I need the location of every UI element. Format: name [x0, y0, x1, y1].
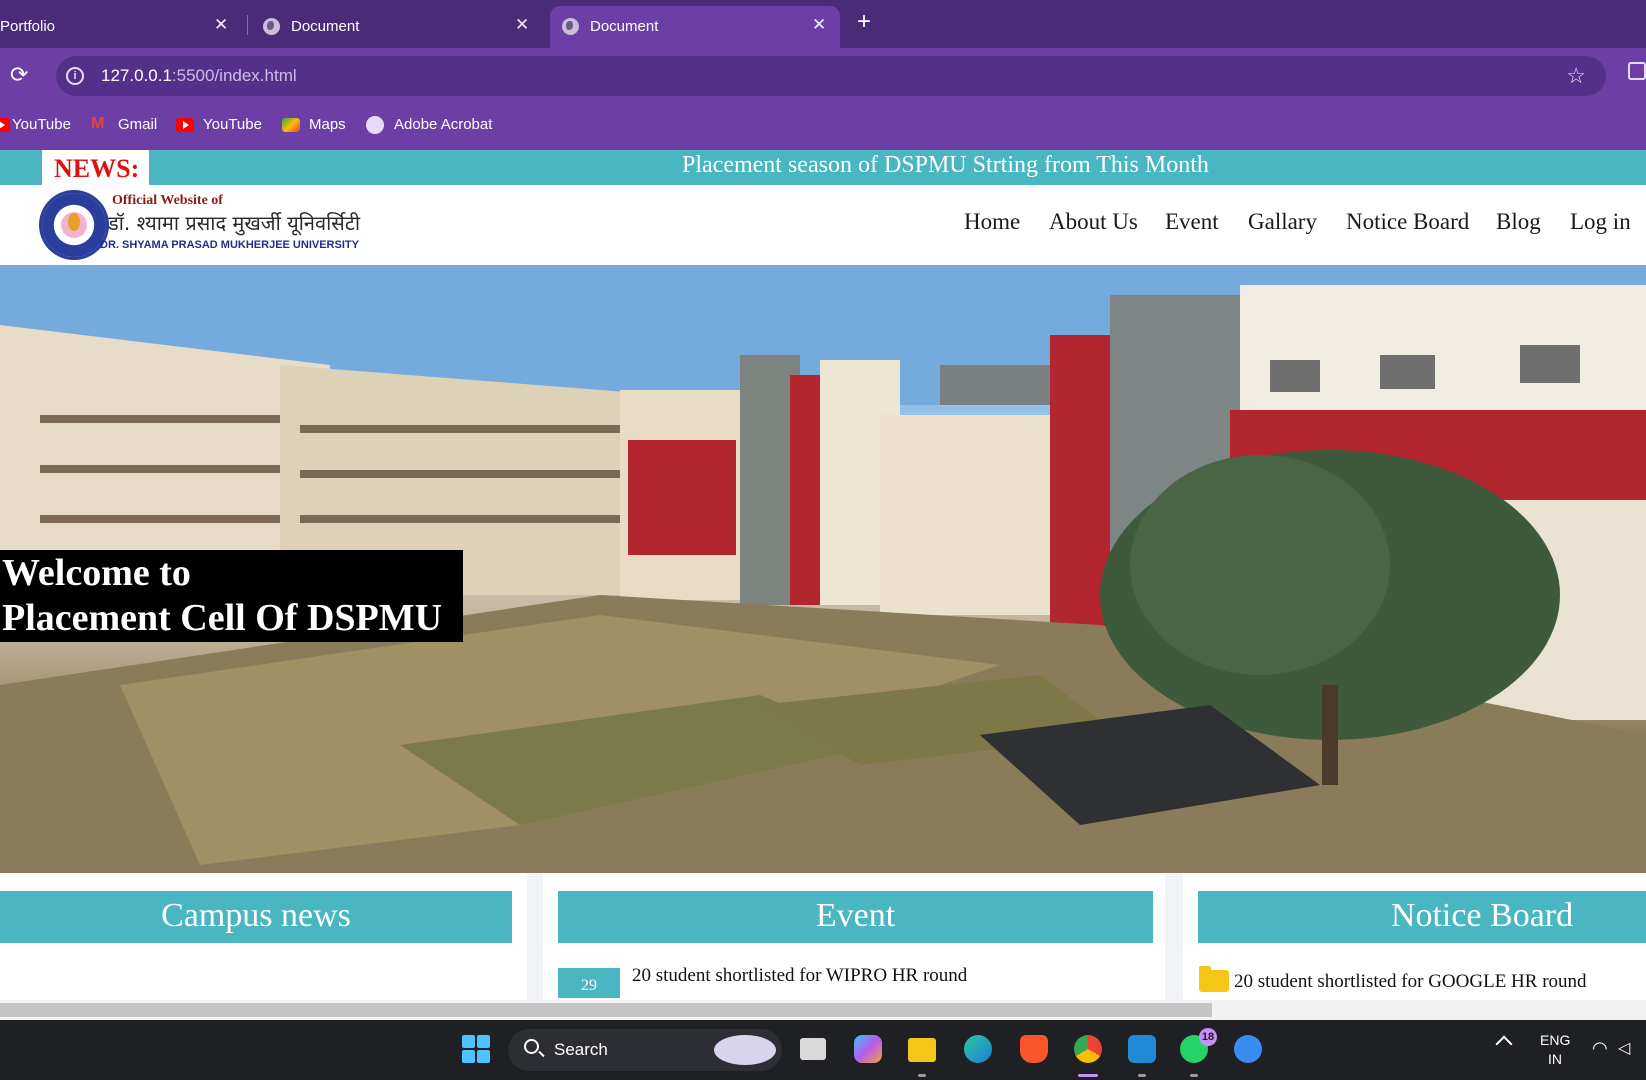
tab-document-active[interactable]: Document ✕ [550, 6, 840, 48]
folder-icon [1199, 966, 1229, 992]
logo-english-name: DR. SHYAMA PRASAD MUKHERJEE UNIVERSITY [100, 239, 359, 251]
bookmark-adobe-acrobat[interactable]: Adobe Acrobat [394, 116, 492, 133]
region-indicator[interactable]: IN [1548, 1051, 1562, 1067]
youtube-icon [176, 118, 194, 132]
url-text: 127.0.0.1:5500/index.html [101, 66, 297, 86]
volume-icon[interactable]: ◁ [1618, 1038, 1630, 1058]
news-ticker: NEWS: Placement season of DSPMU Strting … [0, 150, 1646, 190]
app-running-indicator [1190, 1074, 1198, 1077]
nav-home[interactable]: Home [964, 209, 1020, 235]
windows-start-icon[interactable] [462, 1035, 490, 1063]
url-path: :5500/index.html [171, 66, 297, 85]
scrollbar-thumb[interactable] [0, 1003, 1212, 1017]
app-active-indicator [1078, 1074, 1098, 1077]
tab-separator [247, 15, 248, 35]
edge-icon[interactable] [964, 1035, 992, 1063]
globe-icon [263, 18, 280, 35]
hero-banner: Welcome to Placement Cell Of DSPMU [0, 265, 1646, 873]
event-date-badge: 29 [558, 968, 620, 998]
search-label: Search [554, 1040, 608, 1059]
nav-blog[interactable]: Blog [1496, 209, 1541, 235]
bookmark-youtube[interactable]: YouTube [12, 116, 71, 133]
bookmarks-bar: YouTube Gmail YouTube Maps Adobe Acrobat [0, 102, 1646, 150]
globe-icon [562, 18, 579, 35]
close-tab-icon[interactable]: ✕ [515, 15, 529, 35]
card-campus-news: Campus news [0, 873, 527, 1020]
copilot-icon[interactable] [854, 1035, 882, 1063]
notice-item[interactable]: 20 student shortlisted for GOOGLE HR rou… [1234, 971, 1587, 993]
app-running-indicator [918, 1074, 926, 1077]
card-title: Campus news [0, 891, 512, 943]
hero-welcome-text: Welcome to Placement Cell Of DSPMU [0, 550, 463, 642]
nav-about-us[interactable]: About Us [1049, 209, 1138, 235]
tab-title: Document [590, 18, 659, 35]
taskbar-search[interactable]: Search [508, 1029, 782, 1071]
nav-event[interactable]: Event [1165, 209, 1219, 235]
task-view-icon[interactable] [800, 1038, 826, 1060]
nav-gallary[interactable]: Gallary [1248, 209, 1317, 235]
nav-notice-board[interactable]: Notice Board [1346, 209, 1469, 235]
address-bar[interactable]: i 127.0.0.1:5500/index.html ☆ [56, 56, 1606, 96]
app-running-indicator [1138, 1074, 1146, 1077]
close-tab-icon[interactable]: ✕ [812, 15, 826, 35]
logo-hindi-name: डॉ. श्यामा प्रसाद मुखर्जी यूनिवर्सिटी [108, 211, 361, 235]
url-host: 127.0.0.1 [101, 66, 172, 85]
reload-icon[interactable]: ⟳ [10, 62, 28, 88]
brave-icon[interactable] [1020, 1035, 1048, 1063]
adobe-acrobat-icon [366, 116, 384, 134]
card-notice-board: Notice Board 20 student shortlisted for … [1183, 873, 1646, 1020]
tab-document-1[interactable]: Document ✕ [255, 6, 529, 48]
chevron-up-icon[interactable] [1495, 1035, 1513, 1053]
info-cards: Campus news Event 29 20 student shortlis… [0, 873, 1646, 1020]
site-header: Official Website of डॉ. श्यामा प्रसाद मु… [0, 185, 1646, 265]
news-label: NEWS: [42, 150, 149, 190]
tab-portfolio[interactable]: Portfolio ✕ [0, 6, 240, 48]
event-item[interactable]: 20 student shortlisted for WIPRO HR roun… [632, 965, 967, 987]
bookmark-gmail[interactable]: Gmail [118, 116, 157, 133]
browser-toolbar: ⟳ i 127.0.0.1:5500/index.html ☆ [0, 48, 1646, 102]
nav-log-in[interactable]: Log in [1570, 209, 1631, 235]
hero-welcome-line-1: Welcome to [2, 552, 191, 594]
chrome-icon[interactable] [1074, 1035, 1102, 1063]
news-headline[interactable]: Placement season of DSPMU Strting from T… [682, 152, 1209, 179]
search-icon [524, 1039, 539, 1054]
browser-tab-bar: Portfolio ✕ Document ✕ Document ✕ + [0, 0, 1646, 48]
tab-title: Document [291, 18, 360, 35]
gmail-icon [91, 115, 109, 133]
bookmark-star-icon[interactable]: ☆ [1566, 63, 1586, 89]
card-title: Notice Board [1198, 891, 1646, 943]
vscode-icon[interactable] [1128, 1035, 1156, 1063]
language-indicator[interactable]: ENG [1540, 1032, 1570, 1048]
bookmark-youtube-2[interactable]: YouTube [203, 116, 262, 133]
new-tab-button[interactable]: + [857, 8, 871, 36]
file-explorer-icon[interactable] [908, 1038, 936, 1062]
sync-app-icon[interactable] [1234, 1035, 1262, 1063]
site-info-icon[interactable]: i [66, 67, 84, 85]
youtube-icon [0, 118, 10, 132]
maps-icon [282, 118, 300, 132]
bookmark-maps[interactable]: Maps [309, 116, 346, 133]
wifi-icon[interactable]: ◠ [1592, 1038, 1608, 1059]
close-tab-icon[interactable]: ✕ [214, 15, 228, 35]
university-seal-icon [42, 193, 106, 257]
card-event: Event 29 20 student shortlisted for WIPR… [543, 873, 1165, 1020]
logo-official-text: Official Website of [112, 193, 223, 208]
card-title: Event [558, 891, 1153, 943]
whatsapp-notification-badge: 18 [1199, 1028, 1217, 1046]
tab-title: Portfolio [0, 18, 56, 35]
windows-taskbar: Search 18 ENG IN ◠ ◁ [0, 1020, 1646, 1080]
hero-welcome-line-2: Placement Cell Of DSPMU [2, 597, 443, 639]
horizontal-scrollbar[interactable] [0, 1000, 1646, 1020]
extensions-icon[interactable] [1628, 62, 1646, 80]
search-highlight-image [714, 1035, 776, 1065]
web-page: NEWS: Placement season of DSPMU Strting … [0, 150, 1646, 1020]
